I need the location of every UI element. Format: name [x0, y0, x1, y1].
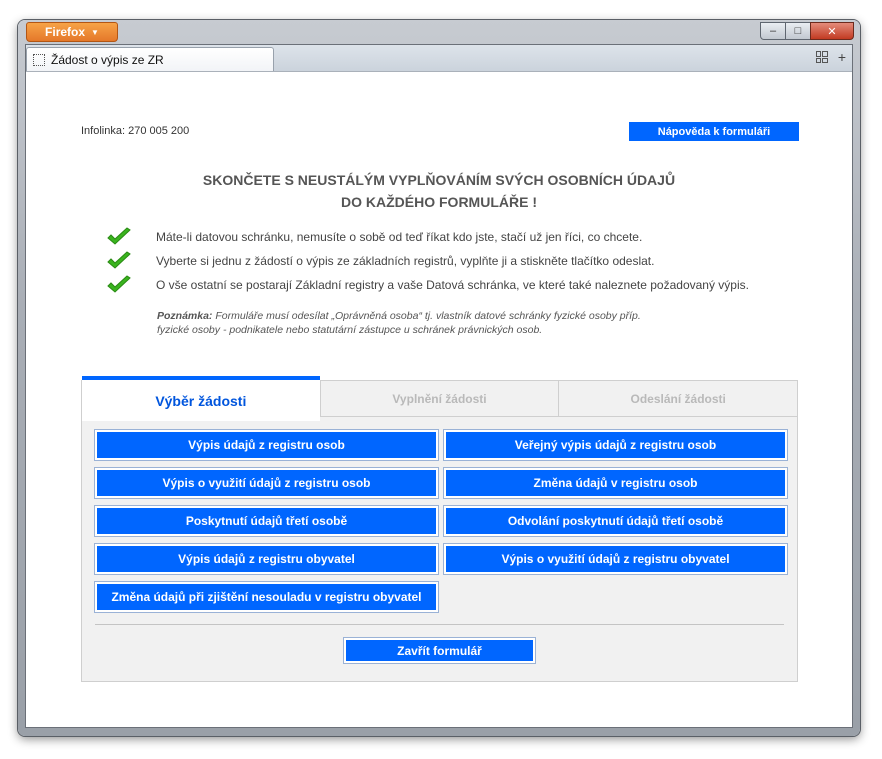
browser-window: Firefox ▼ ‒ □ ✕ Žádost o výpis ze ZR + I… — [18, 20, 860, 736]
window-controls: ‒ □ ✕ — [760, 22, 854, 40]
page-headline: SKONČETE S NEUSTÁLÝM VYPLŇOVÁNÍM SVÝCH O… — [26, 169, 852, 213]
request-button[interactable]: Výpis údajů z registru obyvatel — [94, 543, 439, 575]
tab-vyplneni-zadosti[interactable]: Vyplnění žádosti — [319, 381, 559, 417]
checkmark-icon — [107, 227, 131, 245]
divider — [95, 624, 784, 625]
list-item: Vyberte si jednu z žádostí o výpis ze zá… — [106, 249, 749, 273]
note-line-2: fyzické osoby - podnikatele nebo statutá… — [157, 324, 543, 336]
tab-vyber-zadosti[interactable]: Výběr žádosti — [82, 376, 320, 421]
request-button[interactable]: Poskytnutí údajů třetí osobě — [94, 505, 439, 537]
maximize-button[interactable]: □ — [785, 22, 811, 40]
list-item-text: O vše ostatní se postarají Základní regi… — [156, 278, 749, 292]
request-button[interactable]: Výpis o využití údajů z registru obyvate… — [443, 543, 788, 575]
page-favicon-icon — [33, 53, 45, 66]
close-window-button[interactable]: ✕ — [810, 22, 854, 40]
page-content: Infolinka: 270 005 200 Nápověda k formul… — [26, 72, 852, 727]
help-button[interactable]: Nápověda k formuláři — [629, 122, 799, 141]
request-buttons: Výpis údajů z registru osob Veřejný výpi… — [94, 429, 788, 613]
request-button[interactable]: Změna údajů při zjištění nesouladu v reg… — [94, 581, 439, 613]
tab-title: Žádost o výpis ze ZR — [51, 52, 164, 67]
tab-odeslani-zadosti[interactable]: Odeslání žádosti — [558, 381, 798, 417]
headline-line-2: DO KAŽDÉHO FORMULÁŘE ! — [341, 194, 537, 210]
tab-groups-icon[interactable] — [815, 51, 828, 63]
wizard-tabs: Výběr žádosti Vyplnění žádosti Odeslání … — [82, 376, 798, 421]
dropdown-arrow-icon: ▼ — [91, 27, 99, 37]
request-button[interactable]: Změna údajů v registru osob — [443, 467, 788, 499]
firefox-menu-label: Firefox — [45, 25, 86, 39]
request-wizard-panel: Výběr žádosti Vyplnění žádosti Odeslání … — [81, 376, 798, 682]
firefox-menu-button[interactable]: Firefox ▼ — [26, 22, 118, 42]
browser-content-frame: Žádost o výpis ze ZR + Infolinka: 270 00… — [25, 44, 853, 728]
minimize-icon: ‒ — [769, 25, 777, 37]
browser-tab[interactable]: Žádost o výpis ze ZR — [26, 47, 274, 71]
request-button[interactable]: Výpis údajů z registru osob — [94, 429, 439, 461]
list-item: Máte-li datovou schránku, nemusíte o sob… — [106, 225, 749, 249]
benefits-list: Máte-li datovou schránku, nemusíte o sob… — [106, 225, 749, 297]
maximize-icon: □ — [794, 25, 802, 37]
note: Poznámka: Formuláře musí odesílat „Opráv… — [157, 309, 717, 337]
checkmark-icon — [107, 251, 131, 269]
note-line-1: Formuláře musí odesílat „Oprávněná osoba… — [212, 310, 641, 322]
minimize-button[interactable]: ‒ — [760, 22, 786, 40]
tabbar-tools: + — [815, 49, 846, 65]
tab-bar: Žádost o výpis ze ZR + — [26, 45, 852, 72]
request-button[interactable]: Odvolání poskytnutí údajů třetí osobě — [443, 505, 788, 537]
checkmark-icon — [107, 275, 131, 293]
request-button[interactable]: Veřejný výpis údajů z registru osob — [443, 429, 788, 461]
list-item: O vše ostatní se postarají Základní regi… — [106, 273, 749, 297]
new-tab-icon[interactable]: + — [838, 49, 846, 65]
close-form-button[interactable]: Zavřít formulář — [343, 637, 536, 664]
list-item-text: Máte-li datovou schránku, nemusíte o sob… — [156, 230, 643, 244]
close-icon: ✕ — [827, 25, 837, 38]
note-label: Poznámka: — [157, 310, 213, 322]
request-button[interactable]: Výpis o využití údajů z registru osob — [94, 467, 439, 499]
headline-line-1: SKONČETE S NEUSTÁLÝM VYPLŇOVÁNÍM SVÝCH O… — [202, 172, 676, 188]
list-item-text: Vyberte si jednu z žádostí o výpis ze zá… — [156, 254, 655, 268]
infoline-text: Infolinka: 270 005 200 — [81, 125, 190, 137]
